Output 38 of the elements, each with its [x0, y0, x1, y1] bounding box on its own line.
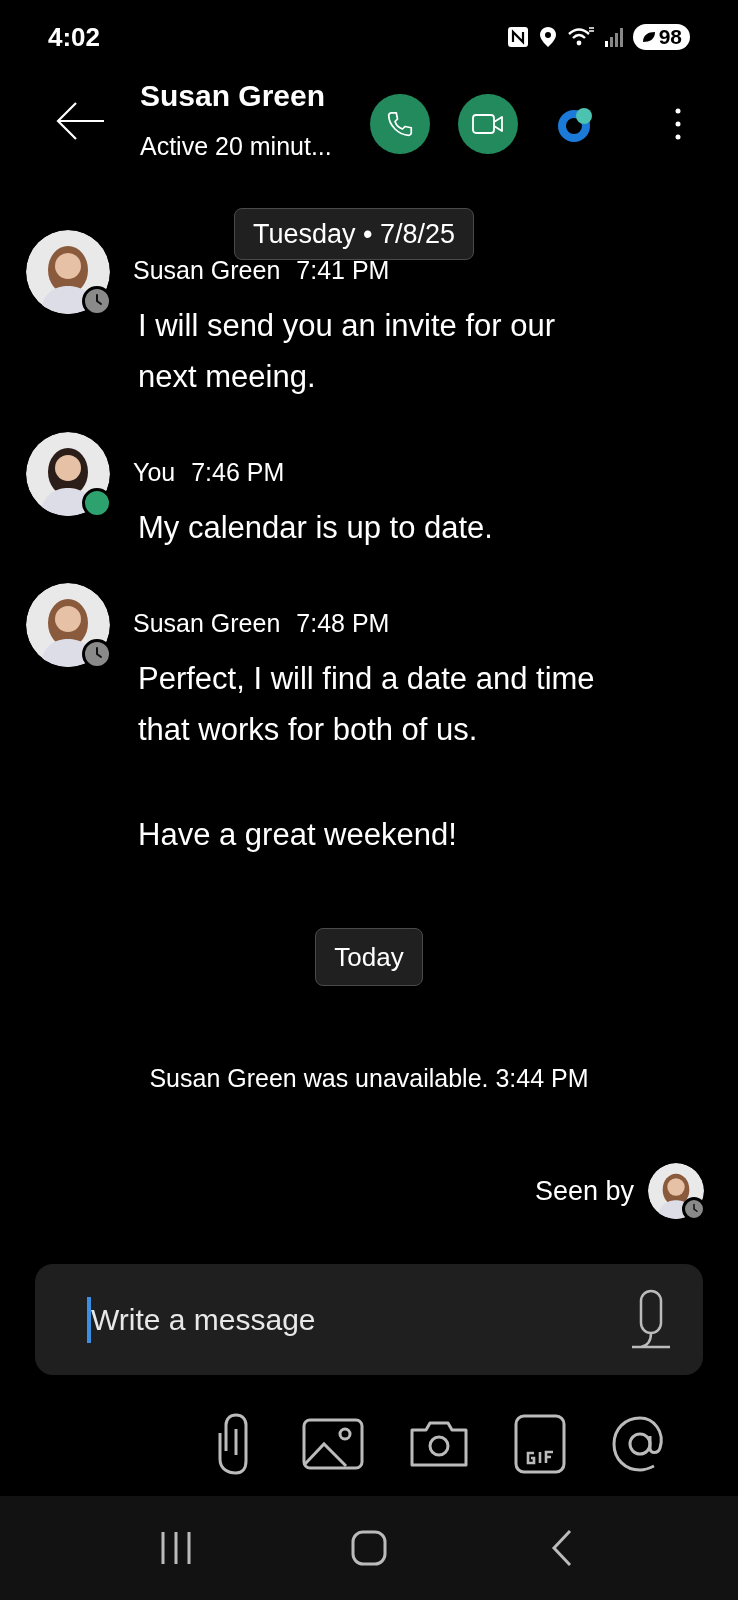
gif-icon — [514, 1414, 566, 1474]
signal-icon — [604, 27, 623, 47]
date-chip: Tuesday • 7/8/25 — [234, 208, 475, 260]
message-time: 7:48 PM — [296, 608, 390, 638]
nfc-icon — [506, 26, 529, 48]
back-icon — [549, 1529, 574, 1567]
video-camera-icon — [472, 112, 504, 136]
video-call-button[interactable] — [458, 94, 518, 154]
home-button[interactable] — [349, 1528, 389, 1568]
message-input[interactable]: Write a message — [91, 1297, 629, 1342]
seen-by-label: Seen by — [534, 1174, 634, 1208]
message-text: I will send you an invite for our next meeing. — [138, 307, 556, 396]
sender-name: You — [133, 457, 176, 487]
message-text: My calendar is up to date. — [138, 509, 494, 547]
event-notice: Susan Green was unavailable. 3:44 PM — [149, 1063, 589, 1093]
image-button[interactable] — [302, 1417, 364, 1471]
location-icon — [538, 26, 557, 48]
camera-button[interactable] — [408, 1419, 470, 1469]
phone-icon — [385, 109, 415, 139]
message-time: 7:46 PM — [191, 457, 285, 487]
battery-indicator: 98 — [632, 24, 690, 50]
home-icon — [351, 1530, 387, 1566]
date-chip: Today — [315, 928, 423, 986]
status-time: 4:02 — [48, 20, 101, 54]
wifi-icon — [566, 26, 595, 48]
microphone-icon — [630, 1288, 672, 1351]
message-text: Have a great weekend! — [138, 816, 458, 854]
more-icon — [675, 108, 681, 140]
sender-name: Susan Green — [133, 608, 281, 638]
message-text: Perfect, I will find a date and time that works for both of us. — [138, 660, 596, 749]
call-button[interactable] — [370, 94, 430, 154]
contact-status: Active 20 minut... — [140, 131, 333, 161]
recent-apps-icon — [159, 1531, 194, 1565]
gif-button[interactable] — [514, 1414, 566, 1474]
image-icon — [302, 1418, 364, 1470]
composer-field[interactable]: Write a message — [35, 1264, 703, 1375]
camera-icon — [408, 1420, 470, 1468]
contact-name: Susan Green — [140, 79, 327, 113]
